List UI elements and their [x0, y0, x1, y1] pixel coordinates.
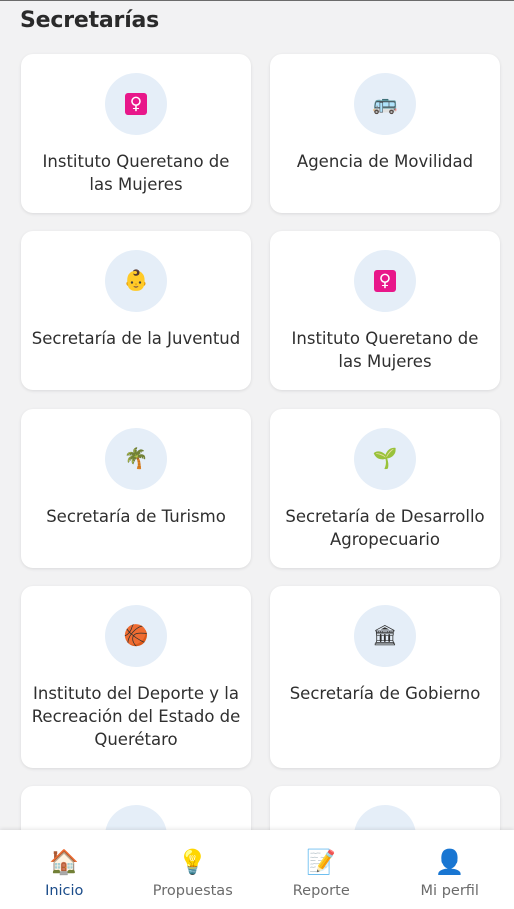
- palm-tree-icon: 🌴: [123, 448, 149, 470]
- icon-badge: ♀: [354, 250, 416, 312]
- female-sign-icon: ♀: [374, 270, 396, 292]
- bottom-navigation: 🏠 Inicio 💡 Propuestas 📝 Reporte 👤 Mi per…: [0, 830, 514, 909]
- card-instituto-mujeres[interactable]: ♀ Instituto Queretano de las Mujeres: [21, 54, 251, 213]
- bus-icon: 🚌: [372, 93, 398, 115]
- card-secretaria-juventud[interactable]: 👶 Secretaría de la Juventud: [21, 231, 251, 390]
- card-agencia-movilidad[interactable]: 🚌 Agencia de Movilidad: [270, 54, 500, 213]
- nav-label: Mi perfil: [420, 883, 479, 899]
- baby-face-icon: 👶: [123, 270, 149, 292]
- icon-badge: 🚌: [354, 73, 416, 135]
- nav-label: Inicio: [45, 883, 84, 899]
- icon-badge: 👶: [105, 250, 167, 312]
- house-icon: 🏠: [49, 849, 80, 876]
- card-desarrollo-agropecuario[interactable]: 🌱 Secretaría de Desarrollo Agropecuario: [270, 409, 500, 568]
- card-instituto-mujeres-2[interactable]: ♀ Instituto Queretano de las Mujeres: [270, 231, 500, 390]
- card-label: Secretaría de Turismo: [46, 507, 226, 526]
- card-label: Instituto del Deporte y la Recreación de…: [31, 684, 241, 749]
- icon-badge: 🏀: [105, 605, 167, 667]
- icon-badge: 🌱: [354, 428, 416, 490]
- card-label: Instituto Queretano de las Mujeres: [42, 152, 230, 194]
- icon-badge: ♀: [105, 73, 167, 135]
- nav-label: Reporte: [292, 883, 350, 899]
- basketball-icon: 🏀: [123, 625, 149, 647]
- card-label: Agencia de Movilidad: [296, 152, 474, 171]
- top-divider: [0, 0, 514, 1]
- card-label: Secretaría de Desarrollo Agropecuario: [285, 507, 485, 549]
- nav-item-reporte[interactable]: 📝 Reporte: [257, 830, 386, 909]
- icon-badge: 🌴: [105, 428, 167, 490]
- card-secretaria-turismo[interactable]: 🌴 Secretaría de Turismo: [21, 409, 251, 568]
- nav-item-mi-perfil[interactable]: 👤 Mi perfil: [386, 830, 514, 909]
- card-label: Secretaría de Gobierno: [289, 684, 481, 703]
- classical-building-icon: 🏛: [372, 625, 398, 647]
- card-label: Secretaría de la Juventud: [31, 329, 241, 348]
- nav-item-propuestas[interactable]: 💡 Propuestas: [129, 830, 258, 909]
- card-label: Instituto Queretano de las Mujeres: [291, 329, 479, 371]
- icon-badge: 🏛: [354, 605, 416, 667]
- nav-label: Propuestas: [152, 883, 233, 899]
- user-silhouette-icon: 👤: [434, 849, 465, 876]
- card-secretaria-gobierno[interactable]: 🏛 Secretaría de Gobierno: [270, 586, 500, 768]
- seedling-icon: 🌱: [372, 448, 398, 470]
- memo-pencil-icon: 📝: [306, 849, 337, 876]
- secretarias-grid: ♀ Instituto Queretano de las Mujeres 🚌 A…: [21, 54, 500, 886]
- card-instituto-deporte[interactable]: 🏀 Instituto del Deporte y la Recreación …: [21, 586, 251, 768]
- light-bulb-icon: 💡: [177, 849, 208, 876]
- page-title: Secretarías: [20, 8, 160, 33]
- nav-item-inicio[interactable]: 🏠 Inicio: [0, 830, 129, 909]
- female-sign-icon: ♀: [125, 93, 147, 115]
